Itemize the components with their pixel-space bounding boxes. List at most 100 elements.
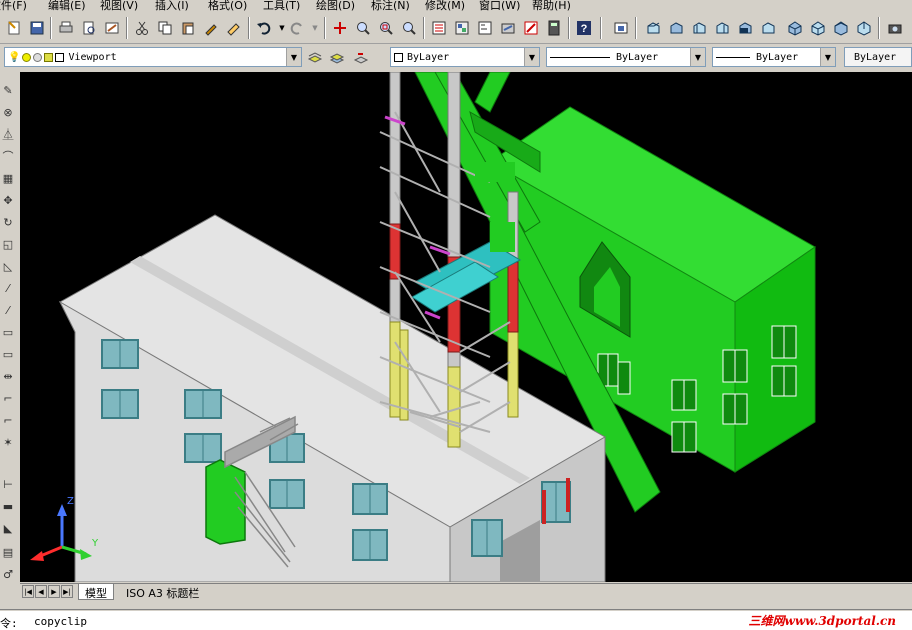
model-viewport[interactable]: Z Y (20, 72, 912, 582)
print-icon[interactable] (57, 19, 75, 37)
copy-object-icon[interactable]: ⊗ (0, 102, 16, 122)
front-view-icon[interactable] (736, 19, 754, 37)
prev-tab-icon[interactable]: ◀ (35, 585, 47, 598)
solid-box-icon[interactable]: ▬ (0, 496, 16, 516)
help-icon[interactable]: ? (575, 19, 593, 37)
make-current-layer-icon[interactable] (306, 48, 324, 66)
dimension-icon[interactable]: ⊢ (0, 474, 16, 494)
sw-isometric-icon[interactable] (786, 19, 804, 37)
top-view-icon[interactable] (644, 19, 662, 37)
pan-realtime-icon[interactable] (331, 19, 349, 37)
menu-modify[interactable]: 修改(M) (425, 0, 465, 12)
next-tab-icon[interactable]: ▶ (48, 585, 60, 598)
first-tab-icon[interactable]: |◀ (22, 585, 34, 598)
explode-icon[interactable]: ✶ (0, 432, 16, 452)
markup-icon[interactable] (522, 19, 540, 37)
rotate-icon[interactable]: ↻ (0, 212, 16, 232)
named-views-icon[interactable] (612, 19, 630, 37)
nw-isometric-icon[interactable] (855, 19, 873, 37)
tab-model[interactable]: 模型 (78, 584, 114, 600)
zoom-realtime-icon[interactable] (354, 19, 372, 37)
tool-palettes-icon[interactable] (476, 19, 494, 37)
layout-tab-bar: |◀ ◀ ▶ ▶| 模型 ISO A3 标题栏 (20, 583, 912, 600)
trim-icon[interactable]: ⁄ (0, 278, 16, 298)
new-icon[interactable] (5, 19, 23, 37)
modify-toolbar: ✎ ⊗ ⏅ ⌒ ▦ ✥ ↻ ◱ ◺ ⁄ ⁄ ▭ ▭ ⇹ ⌐ ⌐ ✶ ⊢ ▬ ◣ … (0, 72, 16, 582)
color-control-dropdown[interactable]: ByLayer ▼ (390, 47, 540, 67)
right-view-icon[interactable] (713, 19, 731, 37)
chevron-down-icon[interactable]: ▼ (820, 48, 835, 66)
lineweight-control-dropdown[interactable]: ByLayer ▼ (712, 47, 836, 67)
linetype-control-dropdown[interactable]: ByLayer ▼ (546, 47, 706, 67)
se-isometric-icon[interactable] (809, 19, 827, 37)
menu-window[interactable]: 窗口(W) (479, 0, 520, 12)
undo-icon[interactable] (255, 19, 273, 37)
redo-icon[interactable] (288, 19, 306, 37)
linetype-preview (550, 56, 610, 58)
chevron-down-icon[interactable]: ▼ (690, 48, 705, 66)
paste-icon[interactable] (179, 19, 197, 37)
design-center-icon[interactable] (453, 19, 471, 37)
toolbar-separator (423, 17, 425, 39)
ne-isometric-icon[interactable] (832, 19, 850, 37)
menu-file[interactable]: 文件(F) (0, 0, 27, 12)
calculator-icon[interactable] (545, 19, 563, 37)
properties-icon[interactable] (430, 19, 448, 37)
menu-edit[interactable]: 编辑(E) (48, 0, 86, 12)
menu-dimension[interactable]: 标注(N) (371, 0, 410, 12)
match-properties-icon[interactable] (202, 19, 220, 37)
menu-view[interactable]: 视图(V) (100, 0, 138, 12)
layers-properties-toolbar: 💡 Viewport ▼ ByLayer ▼ ByLayer ▼ ByLayer… (0, 44, 912, 70)
redo-dropdown-icon[interactable]: ▼ (306, 19, 324, 37)
mirror-icon[interactable]: ⏅ (0, 124, 16, 144)
left-view-icon[interactable] (690, 19, 708, 37)
zoom-window-icon[interactable] (377, 19, 395, 37)
array-icon[interactable]: ▦ (0, 168, 16, 188)
layer-name: Viewport (68, 51, 117, 63)
autocad-window: 文件(F) 编辑(E) 视图(V) 插入(I) 格式(O) 工具(T) 绘图(D… (0, 0, 912, 630)
lineweight-value: ByLayer (756, 51, 799, 63)
text-icon[interactable]: ♂ (0, 564, 16, 584)
save-icon[interactable] (28, 19, 46, 37)
command-line[interactable]: 令: copyclip 三维网www.3dportal.cn (0, 611, 912, 630)
sheet-set-icon[interactable] (499, 19, 517, 37)
layer-lock-icon (44, 52, 54, 62)
plotstyle-control-dropdown[interactable]: ByLayer (844, 47, 912, 67)
publish-icon[interactable] (103, 19, 121, 37)
layer-manager-icon[interactable] (328, 48, 346, 66)
bottom-view-icon[interactable] (667, 19, 685, 37)
menu-insert[interactable]: 插入(I) (155, 0, 189, 12)
stretch-icon[interactable]: ◺ (0, 256, 16, 276)
scale-icon[interactable]: ◱ (0, 234, 16, 254)
copy-icon[interactable] (156, 19, 174, 37)
menu-help[interactable]: 帮助(H) (532, 0, 571, 12)
site-watermark: 三维网www.3dportal.cn (748, 614, 896, 628)
chevron-down-icon[interactable]: ▼ (524, 48, 539, 66)
solid-wedge-icon[interactable]: ◣ (0, 518, 16, 538)
last-tab-icon[interactable]: ▶| (61, 585, 73, 598)
tab-iso-a3[interactable]: ISO A3 标题栏 (120, 584, 205, 600)
block-editor-icon[interactable] (225, 19, 243, 37)
standard-toolbar: ▼ ▼ ? (0, 12, 912, 44)
zoom-previous-icon[interactable] (400, 19, 418, 37)
erase-icon[interactable]: ✎ (0, 80, 16, 100)
chamfer-icon[interactable]: ⌐ (0, 388, 16, 408)
extend-icon[interactable]: ⁄ (0, 300, 16, 320)
chevron-down-icon[interactable]: ▼ (286, 48, 301, 66)
menu-tools[interactable]: 工具(T) (263, 0, 300, 12)
join-icon[interactable]: ⇹ (0, 366, 16, 386)
move-icon[interactable]: ✥ (0, 190, 16, 210)
cut-icon[interactable] (133, 19, 151, 37)
back-view-icon[interactable] (759, 19, 777, 37)
camera-icon[interactable] (886, 19, 904, 37)
menu-format[interactable]: 格式(O) (208, 0, 247, 12)
offset-icon[interactable]: ⌒ (0, 146, 16, 166)
print-preview-icon[interactable] (80, 19, 98, 37)
fillet-icon[interactable]: ⌐ (0, 410, 16, 430)
menu-draw[interactable]: 绘图(D) (316, 0, 355, 12)
layer-previous-icon[interactable] (352, 48, 370, 66)
render-icon[interactable]: ▤ (0, 542, 16, 562)
layer-dropdown[interactable]: 💡 Viewport ▼ (4, 47, 302, 67)
break-at-point-icon[interactable]: ▭ (0, 344, 16, 364)
break-icon[interactable]: ▭ (0, 322, 16, 342)
